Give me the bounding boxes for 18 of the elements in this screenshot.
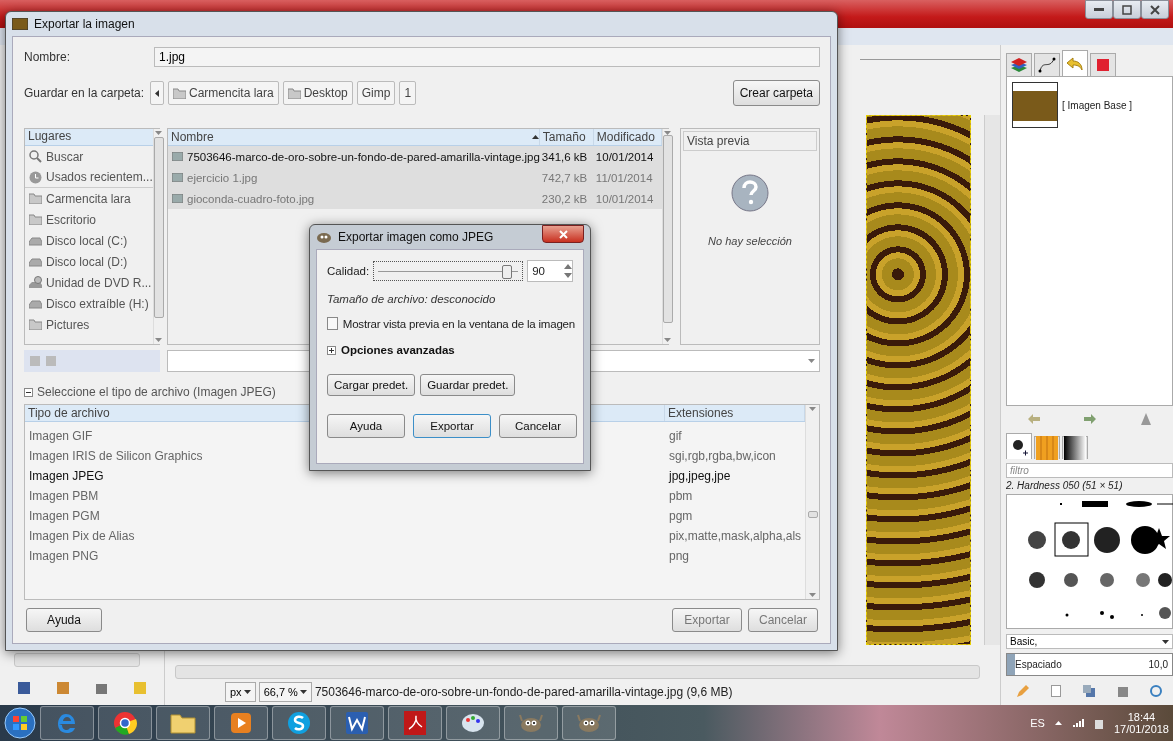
file-extensions: pgm <box>669 509 693 523</box>
file-extensions: sgi,rgb,rgba,bw,icon <box>669 449 776 463</box>
field-label: Nombre: <box>24 50 71 64</box>
dialog-title: Exportar la imagen <box>34 17 135 31</box>
brush-name: 2. Hardness 050 (51 × 51) <box>1006 479 1124 491</box>
file-extensions: png <box>669 549 690 563</box>
field-label: Guardar en la carpeta: <box>24 86 146 100</box>
column-header: Lugares <box>25 129 153 146</box>
preview-header: Vista previa <box>683 131 817 151</box>
field-label: Calidad: <box>327 265 370 277</box>
file-extensions: jpg,jpeg,jpe <box>669 469 731 483</box>
dialog-title: Exportar imagen como JPEG <box>338 230 494 244</box>
preview-empty-text: No hay selección <box>708 235 792 247</box>
file-extensions: gif <box>669 429 682 443</box>
file-extensions: pix,matte,mask,alpha,als <box>669 529 802 543</box>
status-text: 7503646-marco-de-oro-sobre-un-fondo-de-pared-amarilla-vintage.jpg (9,6 MB) <box>314 685 733 699</box>
file-extensions: pbm <box>669 489 693 503</box>
file-size-text: Tamaño de archivo: desconocido <box>327 293 496 305</box>
